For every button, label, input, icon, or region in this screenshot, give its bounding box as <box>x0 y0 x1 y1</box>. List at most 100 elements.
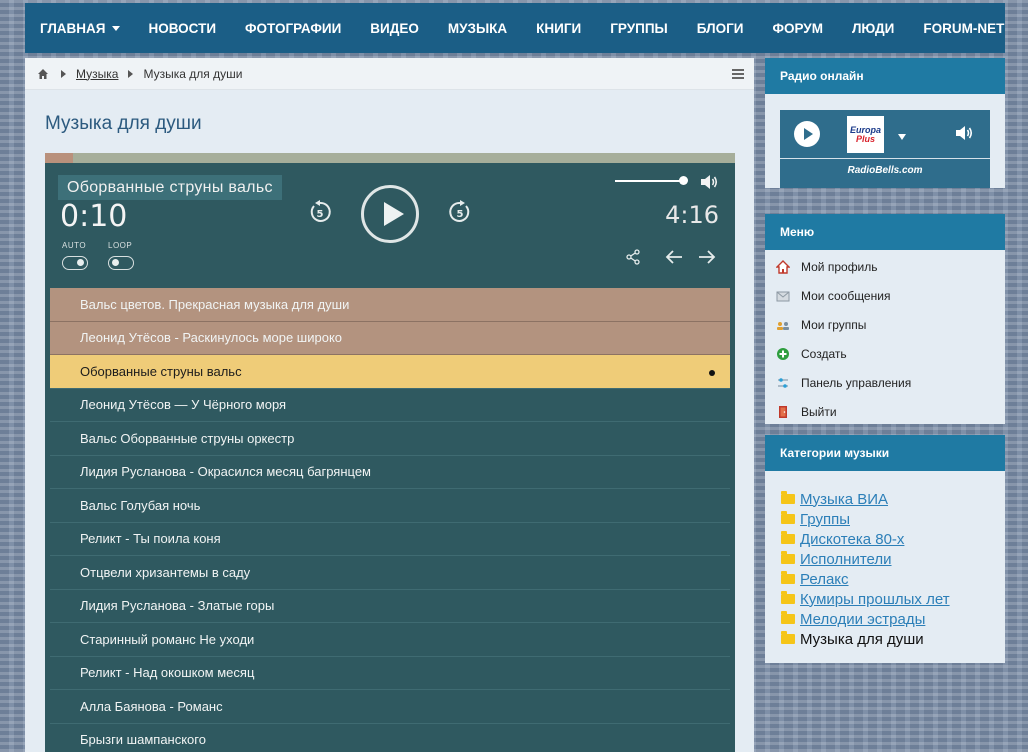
folder-icon <box>781 491 795 504</box>
menu-item-label: Выйти <box>801 404 837 419</box>
playlist: Вальс цветов. Прекрасная музыка для души… <box>50 288 730 752</box>
category-link[interactable]: Исполнители <box>800 551 892 568</box>
menu-item-groups[interactable]: Мои группы <box>765 310 1005 339</box>
category-link[interactable]: Группы <box>800 511 850 528</box>
volume-icon[interactable] <box>699 173 719 191</box>
category-item: Релакс <box>781 569 1005 589</box>
volume-slider[interactable] <box>615 180 685 182</box>
category-link[interactable]: Дискотека 80-х <box>800 531 904 548</box>
home-icon <box>776 259 790 274</box>
home-icon[interactable] <box>37 68 49 80</box>
playlist-item[interactable]: Старинный романс Не уходи <box>50 623 730 657</box>
hamburger-menu-icon[interactable] <box>732 69 744 79</box>
menu-item-label: Мои группы <box>801 317 867 332</box>
category-link[interactable]: Релакс <box>800 571 849 588</box>
menu-item-logout[interactable]: Выйти <box>765 397 1005 426</box>
volume-handle[interactable] <box>679 176 688 185</box>
nav-item-forum[interactable]: ФОРУМ <box>772 21 823 36</box>
playlist-item-title: Леонид Утёсов - Раскинулось море широко <box>80 330 343 346</box>
menu-item-create[interactable]: Создать <box>765 339 1005 368</box>
nav-item-blogs[interactable]: БЛОГИ <box>697 21 744 36</box>
playlist-item-title: Вальс Оборванные струны оркестр <box>80 430 295 446</box>
current-time: 0:10 <box>60 199 128 234</box>
playlist-item-title: Вальс цветов. Прекрасная музыка для души <box>80 296 350 312</box>
play-button[interactable] <box>361 185 419 243</box>
radio-widget-title: Радио онлайн <box>765 58 1005 94</box>
playlist-item[interactable]: Отцвели хризантемы в саду <box>50 556 730 590</box>
folder-icon <box>781 571 795 584</box>
station-dropdown-icon[interactable] <box>898 134 906 140</box>
progress-bar[interactable] <box>45 153 735 163</box>
previous-track-icon[interactable] <box>665 249 683 265</box>
nav-item-people[interactable]: ЛЮДИ <box>852 21 894 36</box>
chevron-down-icon <box>111 25 120 31</box>
nav-item-photos[interactable]: ФОТОГРАФИИ <box>245 21 341 36</box>
skip-back-icon[interactable]: 5 <box>308 200 332 224</box>
nav-item-books[interactable]: КНИГИ <box>536 21 581 36</box>
nav-item-video[interactable]: ВИДЕО <box>370 21 419 36</box>
share-icon[interactable] <box>625 249 641 265</box>
category-link[interactable]: Музыка ВИА <box>800 491 888 508</box>
playlist-item[interactable]: Леонид Утёсов - Раскинулось море широко <box>50 321 730 355</box>
nav-item-music[interactable]: МУЗЫКА <box>448 21 507 36</box>
radio-site-link[interactable]: RadioBells.com <box>780 165 990 176</box>
skip-forward-icon[interactable]: 5 <box>448 200 472 224</box>
next-track-icon[interactable] <box>698 249 716 265</box>
music-categories-widget: Категории музыки Музыка ВИА Группы Дискоте… <box>765 435 1005 663</box>
group-icon <box>777 321 789 330</box>
playlist-item[interactable]: Вальс цветов. Прекрасная музыка для души <box>50 288 730 322</box>
loop-label: LOOP <box>108 241 133 250</box>
nav-item-main[interactable]: ГЛАВНАЯ <box>40 21 120 36</box>
radio-widget: Радио онлайн Europa Plus RadioBells.com <box>765 58 1005 188</box>
radio-player: Europa Plus RadioBells.com <box>780 110 990 188</box>
skip-forward-seconds: 5 <box>457 209 464 220</box>
radio-station-logo: Europa Plus <box>847 116 884 153</box>
playlist-item[interactable]: Лидия Русланова - Златые горы <box>50 590 730 623</box>
main-content: Музыка Музыка для души Музыка для души О… <box>25 58 754 752</box>
menu-item-control-panel[interactable]: Панель управления <box>765 368 1005 397</box>
folder-icon <box>781 611 795 624</box>
page-title: Музыка для души <box>45 113 202 134</box>
nav-item-forum-net[interactable]: FORUM-NET <box>923 21 1004 36</box>
playlist-item-title: Алла Баянова - Романс <box>80 698 223 714</box>
menu-item-messages[interactable]: Мои сообщения <box>765 281 1005 310</box>
playlist-item[interactable]: Лидия Русланова - Окрасился месяц багрян… <box>50 456 730 489</box>
menu-widget: Меню Мой профиль Мои сообщения Мои групп… <box>765 214 1005 424</box>
folder-icon <box>781 591 795 604</box>
breadcrumb-music-link[interactable]: Музыка <box>76 67 118 81</box>
radio-play-button[interactable] <box>794 121 820 147</box>
folder-icon <box>781 631 795 644</box>
playlist-item[interactable]: Вальс Оборванные струны оркестр <box>50 422 730 456</box>
folder-icon <box>781 511 795 524</box>
category-link[interactable]: Кумиры прошлых лет <box>800 591 950 608</box>
playlist-item[interactable]: Алла Баянова - Романс <box>50 690 730 724</box>
chevron-right-icon <box>61 69 66 78</box>
top-navigation: ГЛАВНАЯ НОВОСТИ ФОТОГРАФИИ ВИДЕО МУЗЫКА … <box>25 3 1005 53</box>
category-item: Кумиры прошлых лет <box>781 589 1005 609</box>
menu-item-profile[interactable]: Мой профиль <box>765 252 1005 281</box>
playlist-item[interactable]: Реликт - Над окошком месяц <box>50 657 730 690</box>
category-list: Музыка ВИА Группы Дискотека 80-х Исполнител… <box>765 471 1005 649</box>
playlist-item[interactable]: Вальс Голубая ночь <box>50 489 730 523</box>
playlist-item-title: Лидия Русланова - Златые горы <box>80 598 275 614</box>
loop-toggle[interactable] <box>108 256 134 270</box>
auto-toggle[interactable] <box>62 256 88 270</box>
chevron-right-icon <box>128 69 134 78</box>
playlist-item[interactable]: Реликт - Ты поила коня <box>50 523 730 556</box>
playlist-item[interactable]: Леонид Утёсов — У Чёрного моря <box>50 389 730 422</box>
menu-item-label: Мой профиль <box>801 259 878 274</box>
playlist-item-active[interactable]: Оборванные струны вальс <box>50 355 730 389</box>
category-current: Музыка для души <box>800 630 924 648</box>
skip-back-seconds: 5 <box>317 209 324 220</box>
folder-icon <box>781 551 795 564</box>
category-item: Мелодии эстрады <box>781 609 1005 629</box>
now-playing-indicator <box>709 370 715 376</box>
menu-widget-title: Меню <box>765 214 1005 250</box>
radio-volume-icon[interactable] <box>954 124 976 142</box>
menu-item-label: Создать <box>801 346 847 361</box>
playlist-item[interactable]: Брызги шампанского <box>50 724 730 752</box>
playlist-item-title: Реликт - Ты поила коня <box>80 531 221 547</box>
nav-item-news[interactable]: НОВОСТИ <box>149 21 217 36</box>
nav-item-groups[interactable]: ГРУППЫ <box>610 21 668 36</box>
category-link[interactable]: Мелодии эстрады <box>800 611 925 628</box>
